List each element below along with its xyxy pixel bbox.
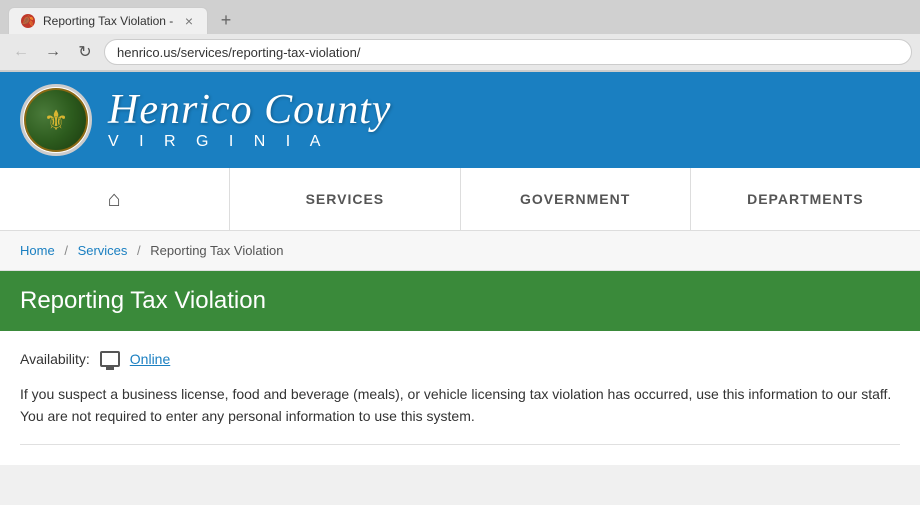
nav-home[interactable]: ⌂ <box>0 168 230 230</box>
nav-departments[interactable]: DEPARTMENTS <box>691 168 920 230</box>
site-nav: ⌂ SERVICES GOVERNMENT DEPARTMENTS <box>0 168 920 231</box>
nav-government-label: GOVERNMENT <box>520 191 630 207</box>
back-button[interactable]: ← <box>8 39 34 65</box>
nav-government[interactable]: GOVERNMENT <box>461 168 691 230</box>
address-bar[interactable] <box>104 39 912 65</box>
content-description: If you suspect a business license, food … <box>20 383 900 428</box>
breadcrumb: Home / Services / Reporting Tax Violatio… <box>0 231 920 271</box>
nav-services-label: SERVICES <box>306 191 385 207</box>
new-tab-button[interactable]: + <box>212 6 240 34</box>
breadcrumb-sep-2: / <box>137 243 141 258</box>
availability-label: Availability: <box>20 351 90 367</box>
site-header: Henrico County V I R G I N I A <box>0 72 920 168</box>
page-title: Reporting Tax Violation <box>20 287 900 315</box>
tab-close-button[interactable]: × <box>183 13 195 29</box>
monitor-icon <box>100 351 120 367</box>
content-divider <box>20 444 900 445</box>
home-icon: ⌂ <box>107 186 121 212</box>
site-content: Henrico County V I R G I N I A ⌂ SERVICE… <box>0 72 920 465</box>
header-text-group: Henrico County V I R G I N I A <box>108 89 391 151</box>
breadcrumb-home[interactable]: Home <box>20 243 55 258</box>
state-name: V I R G I N I A <box>108 133 391 151</box>
nav-departments-label: DEPARTMENTS <box>747 191 864 207</box>
nav-bar: ← → ↻ <box>0 34 920 71</box>
tab-bar: Reporting Tax Violation - × + <box>0 0 920 34</box>
county-name: Henrico County <box>108 89 391 131</box>
breadcrumb-services[interactable]: Services <box>78 243 128 258</box>
availability-status[interactable]: Online <box>130 351 170 367</box>
county-seal <box>20 84 92 156</box>
availability-row: Availability: Online <box>20 351 900 367</box>
breadcrumb-current: Reporting Tax Violation <box>150 243 283 258</box>
browser-chrome: Reporting Tax Violation - × + ← → ↻ <box>0 0 920 72</box>
tab-title: Reporting Tax Violation - <box>43 14 175 28</box>
active-tab[interactable]: Reporting Tax Violation - × <box>8 7 208 34</box>
tab-favicon <box>21 14 35 28</box>
forward-button[interactable]: → <box>40 39 66 65</box>
nav-services[interactable]: SERVICES <box>230 168 460 230</box>
page-title-bar: Reporting Tax Violation <box>0 271 920 331</box>
seal-inner <box>24 88 88 152</box>
refresh-button[interactable]: ↻ <box>72 39 98 65</box>
content-area: Availability: Online If you suspect a bu… <box>0 331 920 465</box>
breadcrumb-sep-1: / <box>64 243 68 258</box>
